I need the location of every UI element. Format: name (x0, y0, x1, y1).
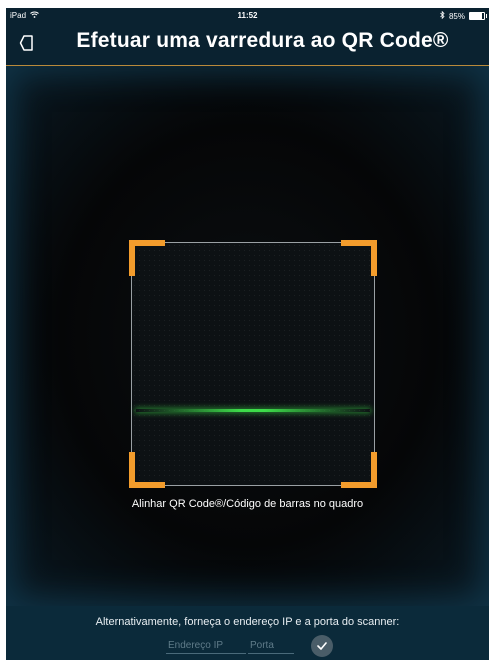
battery-percent: 85% (448, 11, 465, 21)
status-bar: iPad 11:52 85% (6, 8, 489, 24)
ip-address-input[interactable] (166, 637, 246, 654)
camera-viewfinder: Alinhar QR Code®/Código de barras no qua… (6, 66, 489, 606)
checkmark-icon (317, 637, 327, 655)
confirm-button[interactable] (311, 635, 333, 657)
status-right: 85% (440, 10, 487, 21)
frame-corner-top-right (341, 240, 377, 276)
battery-icon (469, 12, 487, 20)
status-time: 11:52 (237, 11, 258, 20)
page-title: Efetuar uma varredura ao QR Code® (76, 29, 449, 52)
port-input[interactable] (248, 637, 294, 654)
manual-entry-panel: Alternativamente, forneça o endereço IP … (6, 606, 489, 660)
frame-corner-top-left (129, 240, 165, 276)
scan-instruction: Alinhar QR Code®/Código de barras no qua… (131, 498, 364, 510)
bluetooth-icon (440, 10, 445, 21)
battery-level (470, 13, 482, 19)
app-screen: iPad 11:52 85% Efetuar uma varredura ao … (6, 8, 489, 660)
scan-frame (129, 240, 377, 488)
scan-line (136, 409, 370, 412)
nav-bar: Efetuar uma varredura ao QR Code® (6, 24, 489, 66)
back-arrow-icon (19, 34, 35, 57)
frame-corner-bottom-left (129, 452, 165, 488)
back-button[interactable] (16, 34, 38, 56)
manual-entry-prompt: Alternativamente, forneça o endereço IP … (95, 616, 400, 628)
frame-corner-bottom-right (341, 452, 377, 488)
